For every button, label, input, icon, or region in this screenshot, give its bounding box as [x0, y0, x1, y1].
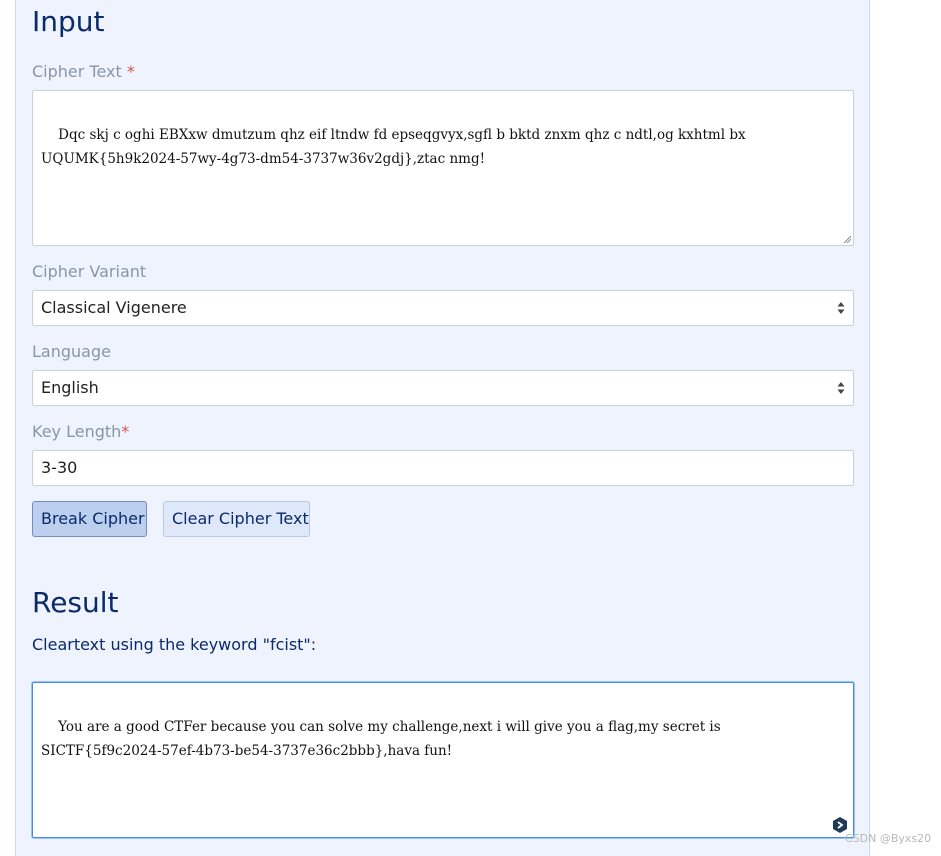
input-section-title: Input: [32, 5, 105, 38]
clear-cipher-text-button[interactable]: Clear Cipher Text: [163, 501, 310, 537]
cipher-variant-value: Classical Vigenere: [41, 298, 187, 317]
up-down-arrows-icon: [837, 382, 845, 394]
cipher-text-label: Cipher Text *: [32, 64, 135, 80]
up-down-arrows-icon: [837, 302, 845, 314]
language-select[interactable]: English: [32, 370, 854, 406]
resize-handle-icon[interactable]: [843, 235, 851, 243]
cipher-text-input[interactable]: Dqc skj c oghi EBXxw dmutzum qhz eif ltn…: [32, 90, 854, 246]
cipher-panel: Input Cipher Text * Dqc skj c oghi EBXxw…: [15, 0, 870, 856]
cipher-variant-select[interactable]: Classical Vigenere: [32, 290, 854, 326]
cleartext-keyword-label: Cleartext using the keyword "fcist":: [32, 635, 317, 654]
cipher-text-label-text: Cipher Text: [32, 62, 122, 81]
key-length-input[interactable]: 3-30: [32, 450, 854, 486]
cleartext-output[interactable]: You are a good CTFer because you can sol…: [32, 682, 854, 838]
key-length-value: 3-30: [41, 458, 78, 477]
result-section-title: Result: [32, 586, 119, 619]
required-marker: *: [121, 422, 130, 441]
cleartext-value: You are a good CTFer because you can sol…: [41, 719, 725, 759]
language-label: Language: [32, 342, 111, 361]
watermark: CSDN @Byxs20: [845, 832, 932, 845]
key-length-label-text: Key Length: [32, 422, 122, 441]
key-length-label: Key Length*: [32, 424, 129, 440]
language-value: English: [41, 378, 99, 397]
required-marker: *: [126, 62, 135, 81]
cipher-variant-label: Cipher Variant: [32, 262, 147, 281]
cipher-text-value: Dqc skj c oghi EBXxw dmutzum qhz eif ltn…: [41, 127, 750, 167]
break-cipher-button[interactable]: Break Cipher: [32, 501, 147, 537]
